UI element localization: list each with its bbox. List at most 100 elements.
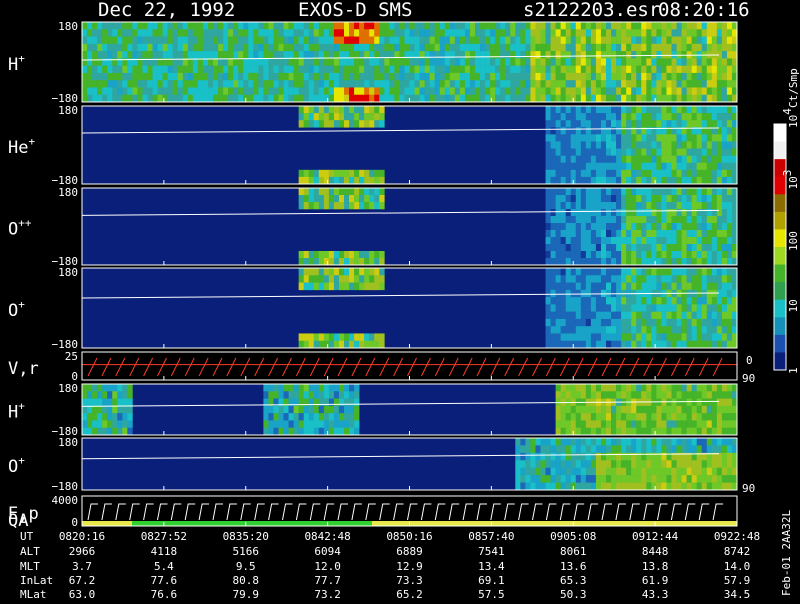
heatmap-cell <box>691 297 697 305</box>
heatmap-cell <box>726 304 733 312</box>
heatmap-cell <box>606 120 612 128</box>
heatmap-cell <box>606 384 612 392</box>
heatmap-cell <box>641 445 647 454</box>
heatmap-cell <box>580 162 587 171</box>
heatmap-cell <box>691 244 697 252</box>
heatmap-cell <box>510 29 516 37</box>
heatmap-cell <box>530 51 536 59</box>
heatmap-cell <box>595 80 602 88</box>
heatmap-cell <box>344 87 350 96</box>
heatmap-cell <box>621 460 627 469</box>
heatmap-cell <box>338 258 345 266</box>
heatmap-cell <box>384 22 390 30</box>
heatmap-cell <box>671 209 677 217</box>
heatmap-cell <box>560 445 566 454</box>
heatmap-cell <box>646 106 652 114</box>
heatmap-cell <box>404 22 410 30</box>
heatmap-cell <box>298 195 304 203</box>
heatmap-cell <box>107 29 113 37</box>
heatmap-cell <box>621 120 627 128</box>
heatmap-cell <box>253 36 259 45</box>
heatmap-cell <box>102 22 108 30</box>
heatmap-cell <box>696 318 703 327</box>
heatmap-cell <box>671 438 677 446</box>
heatmap-cell <box>263 36 269 45</box>
heatmap-cell <box>364 275 370 283</box>
heatmap-cell <box>600 318 607 327</box>
heatmap-cell <box>575 482 582 491</box>
heatmap-cell <box>243 22 249 30</box>
heatmap-cell <box>701 87 708 96</box>
heatmap-cell <box>419 65 425 74</box>
heatmap-cell <box>323 282 330 291</box>
heatmap-cell <box>545 237 551 245</box>
heatmap-cell <box>686 148 692 156</box>
heatmap-cell <box>731 141 738 149</box>
heatmap-cell <box>354 282 360 291</box>
heatmap-cell <box>666 438 672 446</box>
heatmap-cell <box>202 43 209 52</box>
heatmap-cell <box>721 482 728 491</box>
heatmap-cell <box>475 65 481 74</box>
heatmap-cell <box>364 36 370 45</box>
heatmap-cell <box>731 445 738 454</box>
heatmap-cell <box>520 94 526 103</box>
heatmap-cell <box>666 43 672 52</box>
heatmap-cell <box>726 391 733 399</box>
heatmap-cell <box>268 80 274 88</box>
heatmap-cell <box>243 87 249 96</box>
heatmap-cell <box>726 127 733 135</box>
heatmap-cell <box>550 134 556 142</box>
heatmap-cell <box>369 202 375 210</box>
heatmap-cell <box>283 72 289 81</box>
heatmap-cell <box>97 43 103 52</box>
heatmap-cell <box>726 333 733 342</box>
heatmap-cell <box>288 72 294 81</box>
heatmap-cell <box>616 340 622 349</box>
heatmap-cell <box>631 413 637 421</box>
heatmap-cell <box>475 80 481 88</box>
heatmap-cell <box>631 58 637 66</box>
heatmap-cell <box>223 51 229 59</box>
heatmap-cell <box>661 195 667 203</box>
heatmap-cell <box>671 87 677 96</box>
heatmap-cell <box>595 340 602 349</box>
heatmap-cell <box>606 467 612 476</box>
heatmap-cell <box>122 51 128 59</box>
heatmap-cell <box>721 475 728 483</box>
table-row-label: ALT <box>20 545 40 558</box>
heatmap-cell <box>333 251 340 259</box>
heatmap-cell <box>459 58 466 66</box>
heatmap-cell <box>379 195 385 203</box>
heatmap-cell <box>726 258 733 266</box>
heatmap-cell <box>721 251 728 259</box>
heatmap-cell <box>298 413 304 421</box>
heatmap-cell <box>595 333 602 342</box>
heatmap-cell <box>706 275 713 283</box>
heatmap-cell <box>696 141 703 149</box>
heatmap-cell <box>611 333 617 342</box>
heatmap-cell <box>621 405 627 414</box>
heatmap-cell <box>696 268 703 276</box>
heatmap-cell <box>374 43 380 52</box>
heatmap-cell <box>681 58 687 66</box>
heatmap-cell <box>671 36 677 45</box>
heatmap-cell <box>575 297 582 305</box>
heatmap-cell <box>480 43 486 52</box>
heatmap-cell <box>399 43 405 52</box>
heatmap-cell <box>354 36 360 45</box>
table-cell: 0820:16 <box>59 530 105 543</box>
heatmap-cell <box>364 22 370 30</box>
heatmap-cell <box>354 268 360 276</box>
heatmap-cell <box>328 113 335 121</box>
heatmap-cell <box>394 65 400 74</box>
heatmap-cell <box>661 230 667 238</box>
heatmap-cell <box>288 405 294 414</box>
heatmap-cell <box>590 318 597 327</box>
heatmap-cell <box>666 22 672 30</box>
heatmap-cell <box>213 43 219 52</box>
heatmap-cell <box>590 452 597 461</box>
heatmap-cell <box>666 391 672 399</box>
heatmap-cell <box>162 72 168 81</box>
heatmap-cell <box>323 87 330 96</box>
